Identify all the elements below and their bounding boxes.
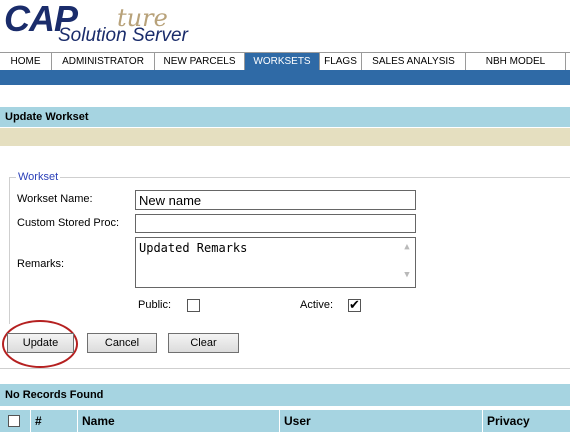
select-all-cell: [0, 410, 30, 432]
records-status: No Records Found: [0, 384, 570, 406]
update-button[interactable]: Update: [7, 333, 74, 353]
remarks-textarea[interactable]: Updated Remarks ▲ ▼: [135, 237, 416, 288]
clear-button[interactable]: Clear: [168, 333, 239, 353]
message-bar: [0, 128, 570, 146]
remarks-text: Updated Remarks: [139, 241, 248, 255]
nav-underline-bar: [0, 70, 570, 85]
custom-proc-label: Custom Stored Proc:: [17, 217, 120, 229]
col-header-user[interactable]: User: [279, 410, 482, 432]
workset-name-label: Workset Name:: [17, 193, 93, 205]
scroll-up-icon[interactable]: ▲: [404, 242, 409, 252]
divider: [0, 368, 570, 369]
public-checkbox[interactable]: [187, 299, 200, 312]
active-label: Active:: [300, 299, 334, 311]
scroll-down-icon[interactable]: ▼: [404, 270, 409, 280]
col-header-privacy[interactable]: Privacy: [482, 410, 570, 432]
logo-subtitle: Solution Server: [58, 25, 188, 46]
tab-home[interactable]: HOME: [0, 53, 52, 70]
workset-name-input[interactable]: [135, 190, 416, 210]
capture-logo: CAP ture Solution Server: [0, 0, 250, 50]
fieldset-legend: Workset: [16, 171, 61, 183]
custom-proc-input[interactable]: [135, 214, 416, 233]
tab-worksets[interactable]: WORKSETS: [245, 53, 320, 70]
col-header-name[interactable]: Name: [77, 410, 279, 432]
tab-new-parcels[interactable]: NEW PARCELS: [155, 53, 245, 70]
select-all-checkbox[interactable]: [8, 415, 20, 427]
active-checkbox[interactable]: [348, 297, 361, 313]
remarks-label: Remarks:: [17, 258, 65, 270]
tab-nbh-model[interactable]: NBH MODEL: [466, 53, 566, 70]
tab-sales-analysis[interactable]: SALES ANALYSIS: [362, 53, 466, 70]
section-title: Update Workset: [0, 107, 570, 127]
main-nav: HOME ADMINISTRATOR NEW PARCELS WORKSETS …: [0, 52, 570, 71]
cancel-button[interactable]: Cancel: [87, 333, 157, 353]
tab-flags[interactable]: FLAGS: [320, 53, 362, 70]
textarea-scrollbar[interactable]: ▲ ▼: [401, 242, 413, 280]
col-header-number[interactable]: #: [30, 410, 77, 432]
records-table-header: # Name User Privacy: [0, 410, 570, 432]
public-label: Public:: [138, 299, 172, 311]
tab-administrator[interactable]: ADMINISTRATOR: [52, 53, 155, 70]
